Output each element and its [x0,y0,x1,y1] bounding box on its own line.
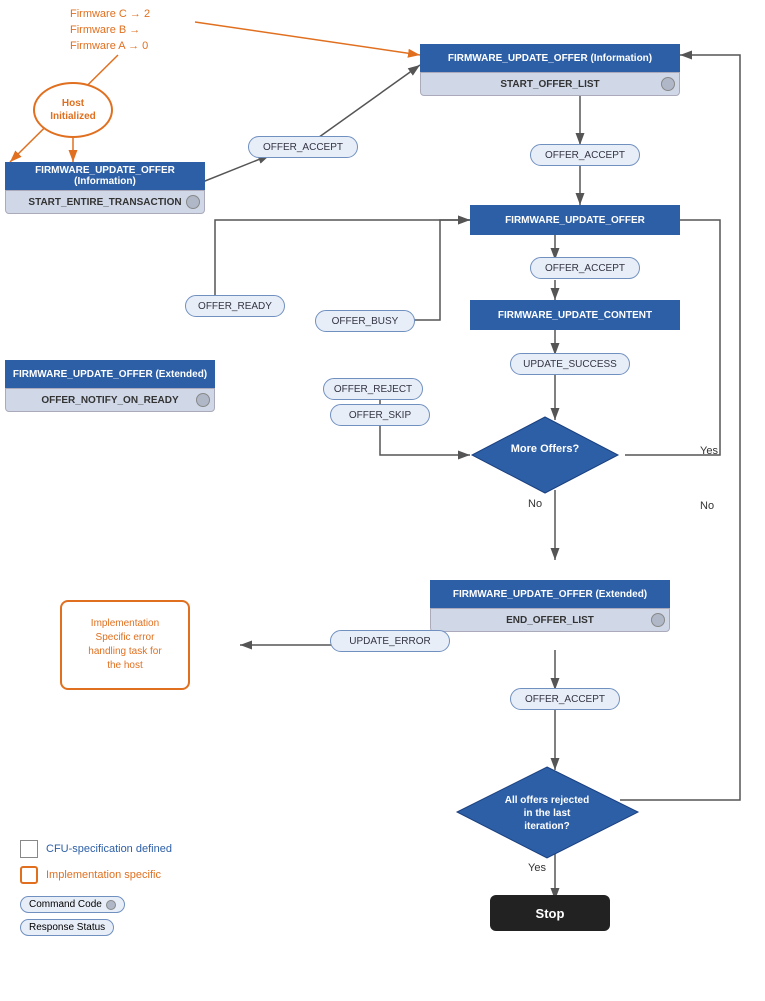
legend-area: CFU-specification defined Implementation… [20,840,172,936]
offer-notify-on-ready-label: OFFER_NOTIFY_ON_READY [41,395,178,406]
fw-update-content-label: FIRMWARE_UPDATE_CONTENT [498,310,652,321]
host-initialized-oval: Host Initialized [33,82,113,138]
update-error-label: UPDATE_ERROR [349,636,431,647]
offer-ready-label: OFFER_READY [198,301,272,312]
impl-specific-label: Implementation Specific error handling t… [88,617,161,673]
legend-response-status-label: Response Status [29,922,105,933]
offer-accept-mid-label: OFFER_ACCEPT [545,150,625,161]
more-offers-diamond-svg: More Offers? [470,415,620,495]
impl-specific-box: Implementation Specific error handling t… [60,600,190,690]
start-offer-list-box: START_OFFER_LIST [420,72,680,96]
stop-label: Stop [536,906,565,921]
offer-reject-pill: OFFER_REJECT [323,378,423,400]
start-entire-transaction-box: START_ENTIRE_TRANSACTION [5,190,205,214]
host-initialized-label: Host Initialized [50,97,96,123]
offer-busy-pill: OFFER_BUSY [315,310,415,332]
fw-update-offer-extended-bottom-label: FIRMWARE_UPDATE_OFFER (Extended) [453,589,647,600]
offer-accept-bottom-label: OFFER_ACCEPT [525,694,605,705]
no-label-right: No [700,500,714,512]
svg-text:More Offers?: More Offers? [511,443,580,455]
legend-cfu-label: CFU-specification defined [46,843,172,855]
fw-update-offer-info-top: FIRMWARE_UPDATE_OFFER (Information) [420,44,680,72]
update-success-pill: UPDATE_SUCCESS [510,353,630,375]
all-offers-rejected-diamond: All offers rejected in the last iteratio… [455,765,640,860]
offer-skip-label: OFFER_SKIP [349,410,411,421]
offer-notify-on-ready-circle [196,393,210,407]
yes-label-right: Yes [700,445,718,457]
legend-cfu-box [20,840,38,858]
offer-notify-on-ready-box: OFFER_NOTIFY_ON_READY [5,388,215,412]
offer-skip-pill: OFFER_SKIP [330,404,430,426]
fw-update-offer-info-top-label: FIRMWARE_UPDATE_OFFER (Information) [448,53,652,64]
start-entire-transaction-label: START_ENTIRE_TRANSACTION [28,197,181,208]
end-offer-list-label: END_OFFER_LIST [506,615,594,626]
start-offer-list-label: START_OFFER_LIST [500,79,599,90]
start-offer-list-circle [661,77,675,91]
legend-impl-label: Implementation specific [46,869,161,881]
offer-accept-2-label: OFFER_ACCEPT [545,263,625,274]
firmware-b-label: Firmware B → [70,24,140,36]
update-error-pill: UPDATE_ERROR [330,630,450,652]
legend-impl-box [20,866,38,884]
fw-update-offer-label: FIRMWARE_UPDATE_OFFER [505,215,645,226]
legend-command-code-label: Command Code [29,899,102,910]
offer-accept-pill-top: OFFER_ACCEPT [248,136,358,158]
fw-update-offer-info-left: FIRMWARE_UPDATE_OFFER (Information) [5,162,205,190]
stop-box: Stop [490,895,610,931]
fw-update-offer-extended-bottom: FIRMWARE_UPDATE_OFFER (Extended) [430,580,670,608]
fw-update-offer-box: FIRMWARE_UPDATE_OFFER [470,205,680,235]
svg-text:iteration?: iteration? [524,821,570,832]
no-label-bottom: No [528,498,542,510]
legend-response-status-pill: Response Status [20,919,114,936]
firmware-c-label: Firmware C → 2 [70,8,150,20]
legend-command-code-pill: Command Code [20,896,125,913]
offer-accept-pill-bottom: OFFER_ACCEPT [510,688,620,710]
legend-command-circle [106,900,116,910]
offer-accept-pill-mid: OFFER_ACCEPT [530,144,640,166]
svg-text:in the last: in the last [524,808,571,819]
offer-accept-top-label: OFFER_ACCEPT [263,142,343,153]
update-success-label: UPDATE_SUCCESS [523,359,617,370]
offer-ready-pill: OFFER_READY [185,295,285,317]
svg-text:All offers rejected: All offers rejected [505,795,589,806]
diagram-container: Firmware C → 2 Firmware B → Firmware A →… [0,0,765,1001]
offer-reject-label: OFFER_REJECT [334,384,412,395]
start-entire-transaction-circle [186,195,200,209]
more-offers-diamond: More Offers? [470,415,620,495]
offer-accept-pill-2: OFFER_ACCEPT [530,257,640,279]
fw-update-offer-extended-left: FIRMWARE_UPDATE_OFFER (Extended) [5,360,215,388]
all-offers-diamond-svg: All offers rejected in the last iteratio… [455,765,640,860]
firmware-a-label: Firmware A → 0 [70,40,148,52]
fw-update-offer-extended-left-label: FIRMWARE_UPDATE_OFFER (Extended) [13,369,207,380]
end-offer-list-box: END_OFFER_LIST [430,608,670,632]
offer-busy-label: OFFER_BUSY [332,316,399,327]
yes-label-bottom: Yes [528,862,546,874]
fw-update-content-box: FIRMWARE_UPDATE_CONTENT [470,300,680,330]
end-offer-list-circle [651,613,665,627]
fw-update-offer-info-left-label: FIRMWARE_UPDATE_OFFER (Information) [9,165,201,187]
